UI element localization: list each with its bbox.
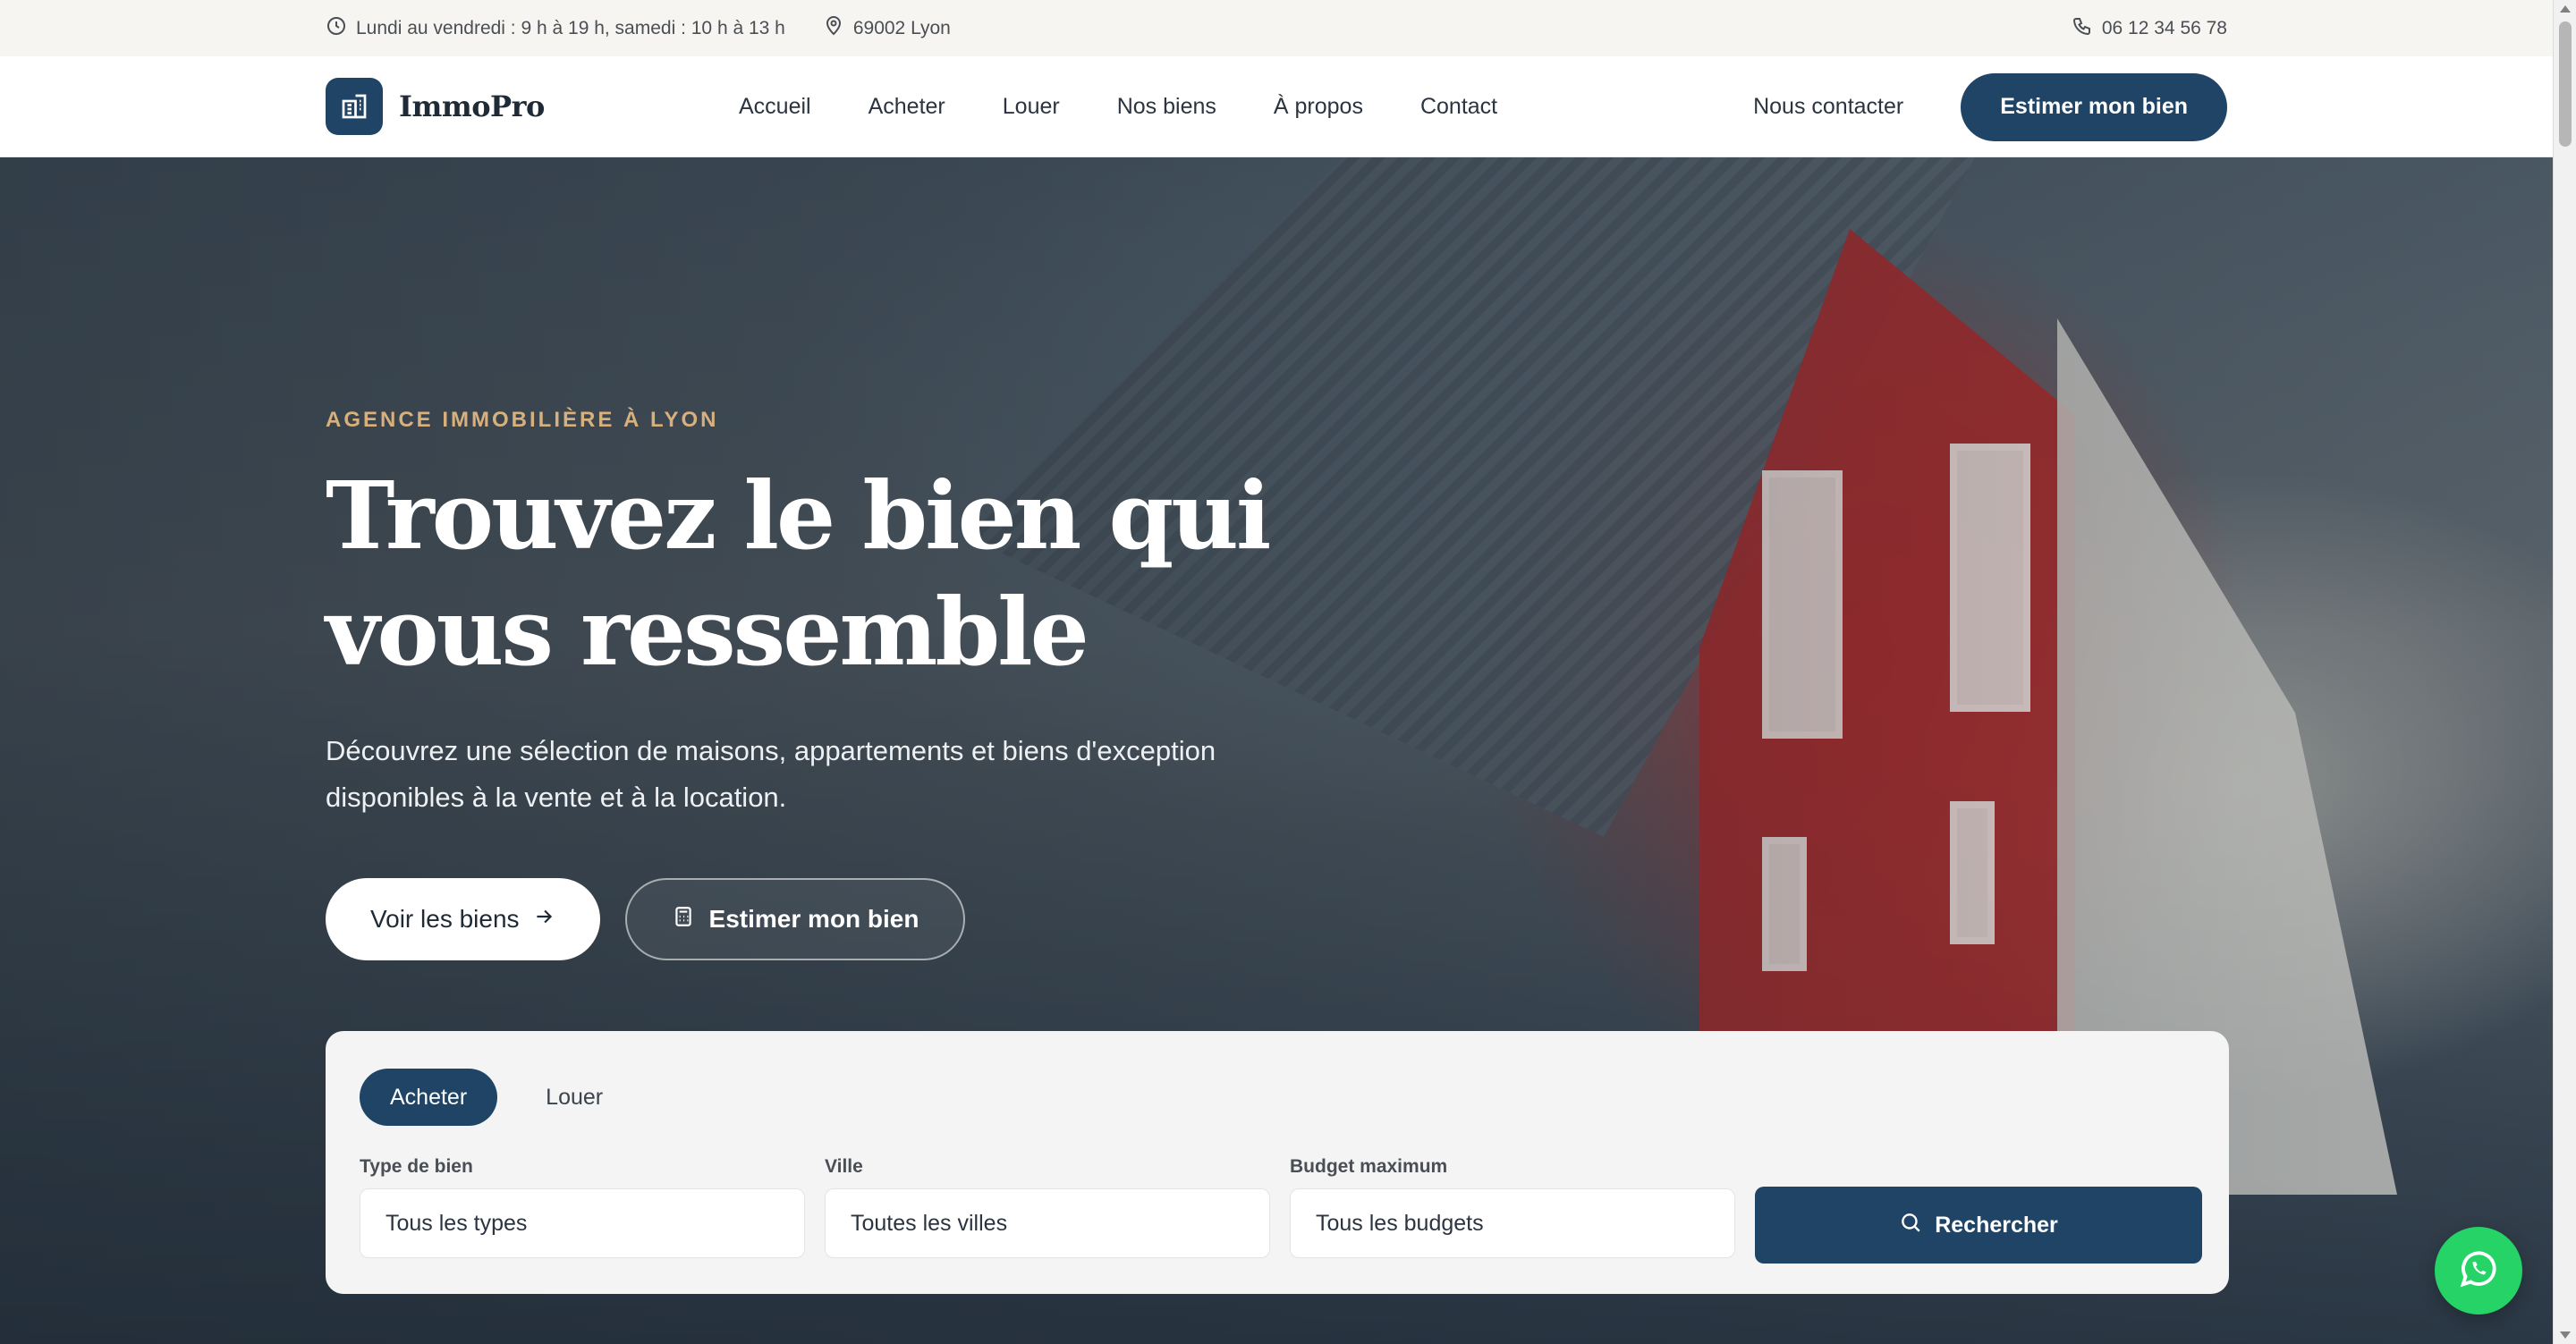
- search-button[interactable]: Rechercher: [1755, 1187, 2202, 1264]
- city-field: Ville Toutes les villes: [825, 1156, 1270, 1258]
- clock-icon: [326, 15, 347, 42]
- nav-a-propos[interactable]: À propos: [1274, 94, 1363, 120]
- top-info-left: Lundi au vendredi : 9 h à 19 h, samedi :…: [326, 15, 951, 42]
- brand-name: ImmoPro: [399, 89, 545, 123]
- estimate-button[interactable]: Estimer mon bien: [1961, 72, 2227, 141]
- map-pin-icon: [823, 15, 844, 42]
- property-type-select[interactable]: Tous les types: [360, 1188, 805, 1258]
- nav-acheter[interactable]: Acheter: [869, 94, 945, 120]
- hero-title: Trouvez le bien qui vous ressemble: [326, 461, 1271, 687]
- calculator-icon: [672, 905, 695, 934]
- top-info-bar: Lundi au vendredi : 9 h à 19 h, samedi :…: [0, 0, 2553, 56]
- city-select[interactable]: Toutes les villes: [825, 1188, 1270, 1258]
- hero-house-window: [1762, 470, 1843, 739]
- contact-us-link[interactable]: Nous contacter: [1753, 94, 1903, 120]
- main-nav: Accueil Acheter Louer Nos biens À propos…: [739, 56, 1497, 157]
- search-fields: Type de bien Tous les types Ville Toutes…: [360, 1156, 2202, 1264]
- hero-actions: Voir les biens Estimer mon bien: [326, 878, 1488, 960]
- phone-text[interactable]: 06 12 34 56 78: [2102, 18, 2227, 39]
- search-icon: [1899, 1211, 1922, 1240]
- building-icon: [326, 78, 383, 135]
- scroll-up-arrow-icon[interactable]: [2560, 5, 2571, 13]
- opening-hours-text: Lundi au vendredi : 9 h à 19 h, samedi :…: [356, 17, 785, 38]
- view-properties-button[interactable]: Voir les biens: [326, 878, 600, 960]
- hero-eyebrow: AGENCE IMMOBILIÈRE À LYON: [326, 408, 719, 432]
- agency-location: 69002 Lyon: [823, 15, 951, 42]
- property-search-card: Acheter Louer Type de bien Tous les type…: [326, 1031, 2229, 1294]
- phone-icon: [2072, 15, 2093, 42]
- city-label: Ville: [825, 1156, 863, 1177]
- phone-link[interactable]: 06 12 34 56 78: [2072, 15, 2227, 42]
- arrow-right-icon: [532, 905, 555, 934]
- property-type-label: Type de bien: [360, 1156, 473, 1177]
- estimate-property-label: Estimer mon bien: [708, 905, 919, 933]
- hero-house-window: [1950, 444, 2030, 712]
- opening-hours: Lundi au vendredi : 9 h à 19 h, samedi :…: [326, 15, 785, 42]
- hero-house-window: [1950, 801, 1995, 944]
- search-button-label: Rechercher: [1935, 1212, 2058, 1238]
- whatsapp-icon: [2455, 1246, 2502, 1297]
- budget-label: Budget maximum: [1290, 1156, 1448, 1177]
- site-header: ImmoPro Accueil Acheter Louer Nos biens …: [0, 56, 2553, 157]
- nav-nos-biens[interactable]: Nos biens: [1117, 94, 1216, 120]
- budget-select[interactable]: Tous les budgets: [1290, 1188, 1735, 1258]
- nav-accueil[interactable]: Accueil: [739, 94, 811, 120]
- estimate-property-button[interactable]: Estimer mon bien: [624, 878, 966, 960]
- budget-field: Budget maximum Tous les budgets: [1290, 1156, 1735, 1258]
- nav-contact[interactable]: Contact: [1420, 94, 1497, 120]
- search-tabs: Acheter Louer: [360, 1069, 2195, 1126]
- view-properties-label: Voir les biens: [370, 905, 520, 933]
- hero-house-window: [1762, 837, 1807, 971]
- scroll-down-arrow-icon[interactable]: [2560, 1331, 2571, 1339]
- hero-subtitle: Découvrez une sélection de maisons, appa…: [326, 735, 1216, 813]
- hero-house-red-wall: [1699, 229, 2075, 1159]
- tab-louer[interactable]: Louer: [515, 1069, 633, 1126]
- brand-logo[interactable]: ImmoPro: [326, 78, 545, 135]
- page-scrollbar[interactable]: [2553, 0, 2576, 1344]
- tab-acheter[interactable]: Acheter: [360, 1069, 498, 1126]
- whatsapp-button[interactable]: [2435, 1227, 2522, 1314]
- location-text: 69002 Lyon: [852, 17, 951, 38]
- hero-content: AGENCE IMMOBILIÈRE À LYON Trouvez le bie…: [326, 408, 1488, 960]
- nav-louer[interactable]: Louer: [1003, 94, 1060, 120]
- header-actions: Nous contacter Estimer mon bien: [1753, 56, 2227, 157]
- property-type-field: Type de bien Tous les types: [360, 1156, 805, 1258]
- scrollbar-thumb[interactable]: [2559, 21, 2572, 147]
